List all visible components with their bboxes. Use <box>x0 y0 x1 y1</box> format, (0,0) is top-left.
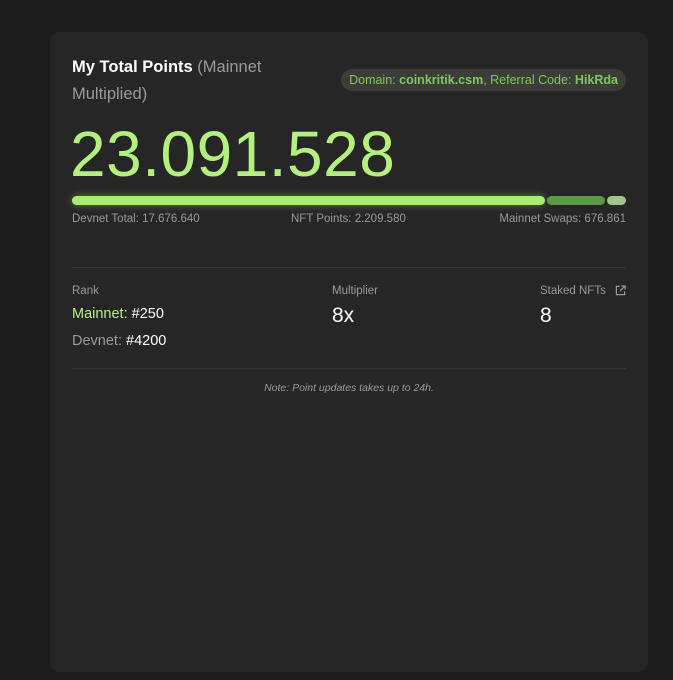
staked-nfts-label-text: Staked NFTs <box>540 285 606 297</box>
nft-segment <box>547 196 605 205</box>
title-main: My Total Points <box>72 58 193 76</box>
points-progress-bar <box>72 196 626 205</box>
referral-label: , Referral Code: <box>483 73 572 87</box>
rank-devnet-value: #4200 <box>126 333 167 349</box>
domain-label: Domain: <box>349 73 396 87</box>
rank-mainnet-key: Mainnet: <box>72 306 128 322</box>
mainnet-swaps-label: Mainnet Swaps: 676.861 <box>499 213 626 225</box>
rank-devnet-key: Devnet: <box>72 333 122 349</box>
external-link-icon[interactable] <box>615 285 626 299</box>
update-note: Note: Point updates takes up to 24h. <box>264 382 434 394</box>
referral-code-value: HikRda <box>574 73 618 87</box>
devnet-total-label: Devnet Total: 17.676.640 <box>72 213 200 225</box>
divider-top <box>72 267 626 268</box>
rank-label: Rank <box>72 285 99 297</box>
devnet-segment <box>72 196 545 205</box>
rank-devnet: Devnet: #4200 <box>72 333 166 349</box>
rank-mainnet-value: #250 <box>131 306 164 322</box>
progress-labels: Devnet Total: 17.676.640 NFT Points: 2.2… <box>72 213 626 229</box>
rank-mainnet: Mainnet: #250 <box>72 306 164 322</box>
nft-points-label: NFT Points: 2.209.580 <box>291 213 406 225</box>
card-title: My Total Points (Mainnet Multiplied) <box>72 54 302 108</box>
multiplier-value: 8x <box>332 304 355 327</box>
multiplier-label: Multiplier <box>332 285 379 297</box>
staked-nfts-label[interactable]: Staked NFTs <box>540 285 626 299</box>
swaps-segment <box>607 196 626 205</box>
domain-referral-badge: Domain: coinkritik.csm, Referral Code: H… <box>341 69 626 91</box>
points-card: My Total Points (Mainnet Multiplied) Dom… <box>50 32 648 672</box>
divider-bottom <box>72 368 626 369</box>
total-points-value: 23.091.528 <box>70 118 396 190</box>
staked-nfts-value: 8 <box>540 304 552 327</box>
domain-value: coinkritik.csm <box>399 73 484 87</box>
